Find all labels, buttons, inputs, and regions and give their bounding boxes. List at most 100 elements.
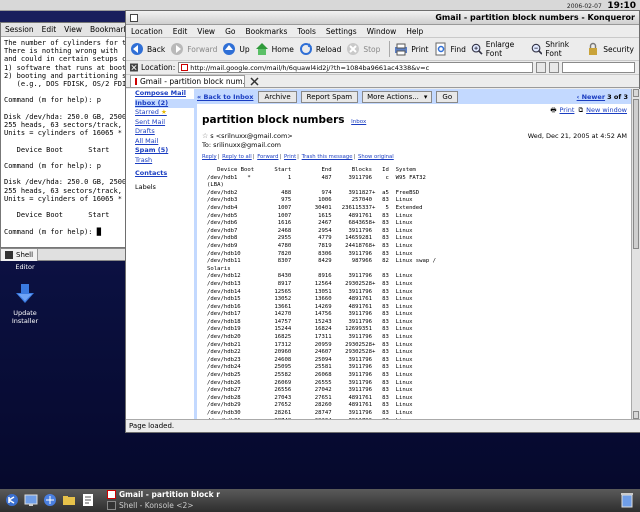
menu-go[interactable]: Go [220, 25, 240, 37]
reply-link[interactable]: Reply [202, 154, 217, 160]
web-search-input[interactable] [562, 62, 635, 73]
print-message-link[interactable]: Print [284, 154, 296, 160]
new-window-link[interactable]: New window [586, 106, 627, 117]
terminal-line: There is nothing wrong with [4, 47, 118, 56]
desktop-icon[interactable] [24, 493, 38, 507]
report-spam-button[interactable]: Report Spam [300, 90, 359, 103]
archive-button[interactable]: Archive [258, 90, 297, 103]
star-toggle-icon[interactable]: ☆ [202, 132, 208, 140]
task-shell-konsole[interactable]: Shell - Konsole <2> [107, 501, 194, 510]
shrink-font-button[interactable]: Shrink Font [531, 39, 582, 59]
toolbar-separator [389, 41, 391, 57]
back-to-inbox-link[interactable]: « Back to Inbox [197, 93, 253, 101]
window-menu-icon[interactable] [130, 14, 138, 22]
scroll-up-icon[interactable] [633, 89, 639, 97]
download-arrow-icon [16, 284, 34, 303]
partition-row: /dev/hdb28 27043 27651 4891761 83 Linux [207, 394, 413, 401]
terminal-line: (e.g., DOS FDISK, OS/2 FDIS [4, 80, 129, 89]
konsole-menu-edit[interactable]: Edit [38, 23, 61, 36]
terminal-line: Disk /dev/hda: 250.0 GB, 25005 [4, 178, 129, 187]
go-button[interactable] [549, 62, 560, 73]
forward-button[interactable]: Forward [170, 39, 217, 59]
drafts-link[interactable]: Drafts [135, 127, 195, 137]
menu-window[interactable]: Window [362, 25, 402, 37]
partition-row: /dev/hdb16 13661 14269 4891761 83 Linux [207, 303, 413, 310]
home-folder-icon[interactable] [62, 493, 76, 507]
print-button[interactable]: Print [394, 39, 429, 59]
partition-row: /dev/hdb1 * 1 487 3911796 c W95 FAT32 [207, 174, 426, 181]
konsole-tab-shell[interactable]: Shell [1, 248, 39, 261]
partition-row: /dev/hdb3 975 1006 257040 83 Linux [207, 197, 413, 204]
subject-text: partition block numbers [202, 114, 345, 126]
menu-help[interactable]: Help [401, 25, 428, 37]
reply-all-link[interactable]: Reply to all [222, 154, 252, 160]
security-button[interactable]: Security [586, 39, 634, 59]
terminal-line: Command (m for help): █ [4, 227, 101, 236]
reload-button[interactable]: Reload [299, 39, 341, 59]
menu-location[interactable]: Location [126, 25, 168, 37]
desktop-icon-editor-label: Editor [15, 263, 35, 271]
clear-location-icon[interactable] [130, 63, 138, 72]
inbox-label-link[interactable]: Inbox [351, 119, 366, 125]
all-mail-link[interactable]: All Mail [135, 137, 195, 147]
close-tab-icon[interactable] [249, 76, 260, 87]
partition-row: /dev/hdb4 1007 30401 236115337+ 5 Extend… [207, 204, 423, 211]
inbox-link[interactable]: Inbox (2) [135, 98, 195, 108]
go-action-button[interactable]: Go [436, 90, 459, 103]
enlarge-font-button[interactable]: Enlarge Font [471, 39, 526, 59]
gmail-task-icon [107, 490, 116, 499]
up-button[interactable]: Up [222, 39, 250, 59]
konqueror-titlebar[interactable]: Gmail - partition block numbers - Konque… [126, 11, 639, 25]
contacts-link[interactable]: Contacts [135, 169, 195, 179]
back-arrow-icon [131, 43, 143, 55]
kde-menu-icon[interactable] [5, 493, 19, 507]
partition-row: /dev/hdb15 13052 13660 4891761 83 Linux [207, 296, 413, 303]
menu-settings[interactable]: Settings [321, 25, 362, 37]
newer-link[interactable]: ‹ Newer [577, 93, 605, 101]
home-button[interactable]: Home [255, 39, 294, 59]
conversation-count: 3 of 3 [607, 92, 628, 101]
terminal-line: Units = cylinders of 16065 * 5 [4, 129, 129, 138]
menu-edit[interactable]: Edit [168, 25, 193, 37]
compose-mail-link[interactable]: Compose Mail [135, 89, 195, 99]
trash-link[interactable]: Trash [135, 156, 195, 166]
find-button[interactable]: Find [434, 39, 466, 59]
menu-bookmarks[interactable]: Bookmarks [240, 25, 292, 37]
location-dropdown-button[interactable] [536, 62, 547, 73]
back-button[interactable]: Back [130, 39, 165, 59]
sent-mail-link[interactable]: Sent Mail [135, 118, 195, 128]
trash-icon[interactable] [620, 492, 634, 508]
browser-tab-gmail[interactable]: Gmail - partition block num... [130, 75, 245, 87]
more-actions-select[interactable]: More Actions... ▾ [362, 90, 433, 103]
desktop-icon-editor[interactable]: Editor [6, 263, 44, 271]
spam-link[interactable]: Spam (5) [135, 146, 195, 156]
menu-view[interactable]: View [192, 25, 220, 37]
konsole-tab-label: Shell [16, 250, 34, 259]
starred-link[interactable]: Starred ★ [135, 108, 195, 118]
stop-button[interactable]: Stop [346, 39, 380, 59]
home-label: Home [271, 44, 294, 54]
konsole-window: Session Edit View Bookmarks The number o… [0, 22, 132, 248]
scrollbar-thumb[interactable] [633, 99, 639, 249]
terminal-output[interactable]: The number of cylinders for th There is n… [1, 37, 129, 247]
task-gmail-konqueror[interactable]: Gmail - partition block r [107, 490, 220, 499]
shrink-font-label: Shrink Font [545, 40, 570, 58]
url-input[interactable]: http://mail.google.com/mail/h/6quawl4id2… [178, 62, 534, 73]
message-to: To: srilinuxx@gmail.com [202, 141, 282, 149]
show-original-link[interactable]: Show original [358, 154, 394, 160]
scroll-down-icon[interactable] [633, 411, 639, 419]
location-label: Location: [140, 63, 176, 72]
partition-row: /dev/hdb6 1616 2467 6843658+ 83 Linux [207, 220, 413, 227]
trash-message-link[interactable]: Trash this message [302, 154, 353, 160]
konsole-menu-view[interactable]: View [60, 23, 86, 36]
desktop-icon-update-installer[interactable]: Update Installer [6, 283, 44, 325]
print-link[interactable]: Print [559, 106, 574, 117]
forward-link[interactable]: Forward [257, 154, 278, 160]
konqueror-icon[interactable] [43, 493, 57, 507]
konsole-menu-session[interactable]: Session [1, 23, 38, 36]
vertical-scrollbar[interactable] [631, 89, 640, 419]
text-editor-icon[interactable] [81, 493, 95, 507]
menu-tools[interactable]: Tools [292, 25, 320, 37]
partition-row: /dev/hdb13 8917 12564 29302528+ 83 Linux [207, 280, 413, 287]
